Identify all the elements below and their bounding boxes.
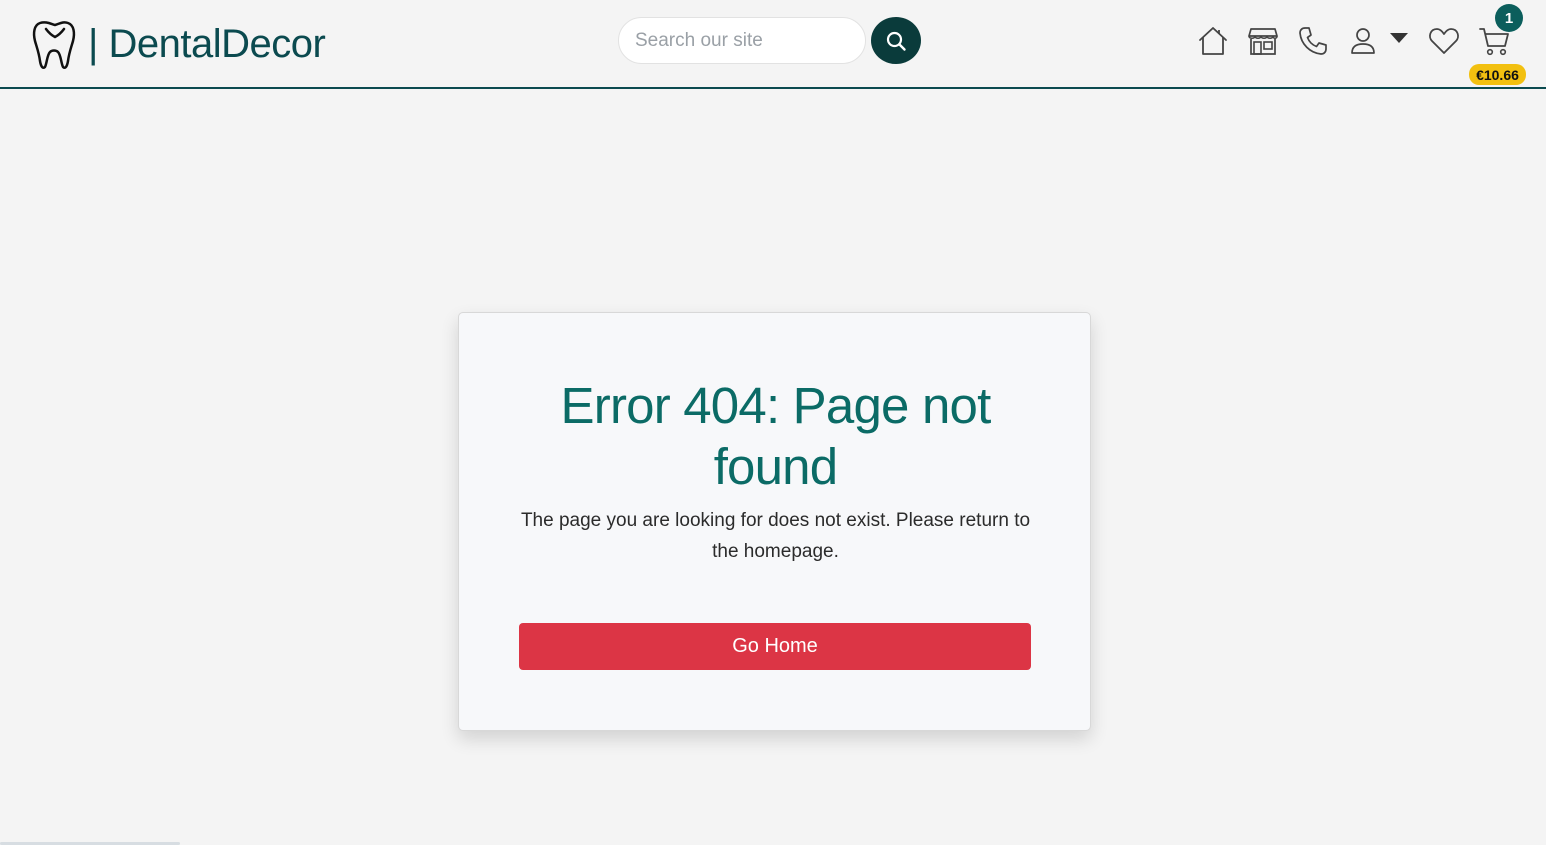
brand-name: | DentalDecor <box>88 22 326 66</box>
search-form <box>618 17 921 64</box>
error-card: Error 404: Page not found The page you a… <box>458 312 1091 731</box>
cart-count-badge: 1 <box>1495 4 1523 32</box>
account-link[interactable] <box>1345 22 1381 60</box>
home-link[interactable] <box>1195 22 1231 60</box>
site-header: | DentalDecor Search our site 1 €10.66 <box>0 0 1546 89</box>
error-title: Error 404: Page not found <box>560 377 992 495</box>
contact-link[interactable] <box>1295 22 1331 60</box>
error-message: The page you are looking for does not ex… <box>520 510 1031 562</box>
search-button[interactable] <box>871 17 921 64</box>
tooth-icon <box>32 21 76 69</box>
phone-icon <box>1299 27 1327 55</box>
shop-link[interactable] <box>1245 22 1281 60</box>
caret-down-icon[interactable] <box>1390 33 1408 43</box>
search-icon <box>886 31 906 51</box>
wishlist-link[interactable] <box>1426 22 1462 60</box>
brand-logo[interactable]: | DentalDecor <box>30 17 326 71</box>
search-input[interactable] <box>618 17 866 64</box>
cart-total-badge: €10.66 <box>1469 64 1526 85</box>
home-icon <box>1199 27 1227 55</box>
heart-icon <box>1429 28 1459 54</box>
store-icon <box>1248 28 1278 55</box>
go-home-button[interactable]: Go Home <box>519 623 1031 670</box>
user-icon <box>1351 28 1375 54</box>
